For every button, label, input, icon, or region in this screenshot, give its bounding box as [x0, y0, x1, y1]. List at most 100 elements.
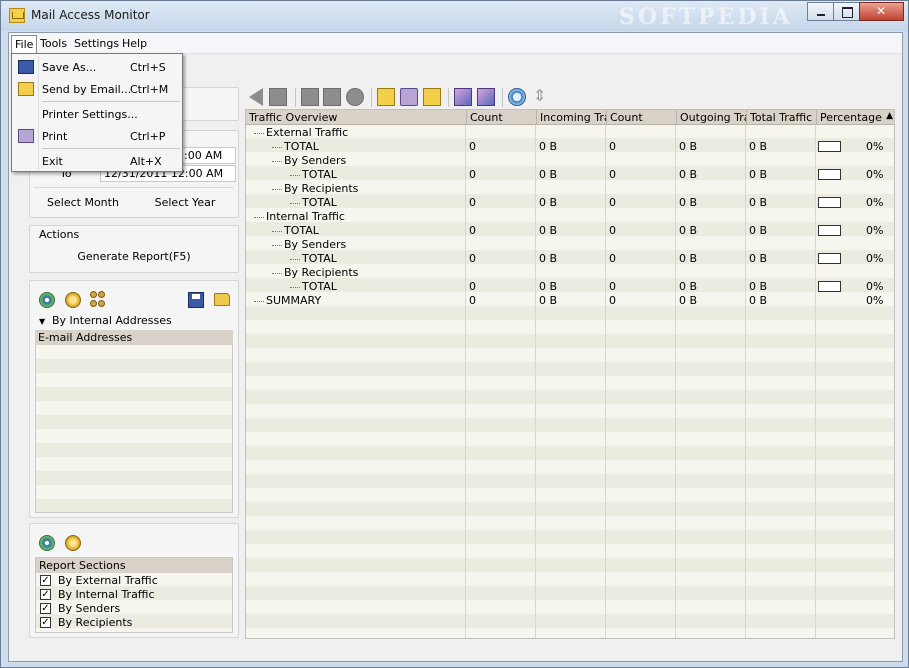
table-row[interactable]: TOTAL 0 0 B 0 0 B 0 B 0% — [246, 252, 894, 266]
checkbox-icon[interactable]: ✓ — [40, 588, 51, 600]
percentage-bar — [818, 225, 841, 236]
save-list-icon[interactable] — [188, 292, 204, 308]
row-value: 0 — [609, 252, 616, 265]
email-icon — [18, 82, 34, 96]
print-report-icon[interactable] — [400, 88, 418, 106]
menu-help[interactable]: Help — [119, 35, 150, 53]
row-value: 0 — [609, 168, 616, 181]
section-internal-traffic[interactable]: ✓ By Internal Traffic — [40, 587, 155, 601]
deselect-all-icon[interactable] — [65, 292, 81, 308]
maximize-button[interactable] — [833, 2, 860, 21]
save-icon — [18, 60, 34, 74]
row-value: 0 B — [539, 280, 558, 293]
table-row[interactable]: TOTAL 0 0 B 0 0 B 0 B 0% — [246, 224, 894, 238]
col-count[interactable]: Count — [466, 110, 534, 125]
section-external-traffic[interactable]: ✓ By External Traffic — [40, 573, 158, 587]
email-report-icon[interactable] — [423, 88, 441, 106]
uncheck-all-icon[interactable] — [65, 535, 81, 551]
stop-icon[interactable] — [269, 88, 287, 106]
check-all-icon[interactable] — [39, 535, 55, 551]
menu-print[interactable]: Print Ctrl+P — [12, 125, 182, 147]
traffic-grid[interactable]: Traffic Overview Count Incoming Traffic … — [245, 109, 895, 639]
tree-connector — [272, 147, 282, 148]
col-incoming[interactable]: Incoming Traffic — [536, 110, 606, 125]
tree-connector — [254, 133, 264, 134]
col-percentage[interactable]: Percentage — [816, 110, 894, 125]
table-row[interactable]: TOTAL 0 0 B 0 0 B 0 B 0% — [246, 280, 894, 294]
menu-printer-settings[interactable]: Printer Settings... — [12, 103, 182, 125]
table-row[interactable]: TOTAL 0 0 B 0 0 B 0 B 0% — [246, 140, 894, 154]
row-value: 0 B — [679, 196, 698, 209]
app-envelope-icon — [9, 8, 25, 23]
table-row[interactable]: By Recipients — [246, 182, 894, 196]
row-value: 0 B — [749, 140, 768, 153]
tree-connector — [290, 259, 300, 260]
actions-panel: Actions Generate Report(F5) — [29, 225, 239, 273]
col-traffic-overview[interactable]: Traffic Overview — [246, 110, 464, 125]
address-panel: ▼ By Internal Addresses E-mail Addresses — [29, 280, 239, 518]
open-folder-icon[interactable] — [214, 293, 230, 306]
row-value: 0 B — [679, 252, 698, 265]
file-menu-dropdown: Save As... Ctrl+S Send by Email... Ctrl+… — [11, 53, 183, 172]
collapse-icon[interactable] — [323, 88, 341, 106]
table-row[interactable]: By Recipients — [246, 266, 894, 280]
search-icon[interactable] — [508, 88, 526, 106]
checkbox-icon[interactable]: ✓ — [40, 574, 51, 586]
settings-report-icon[interactable] — [477, 88, 495, 106]
minimize-button[interactable] — [807, 2, 834, 21]
tree-connector — [254, 217, 264, 218]
section-senders[interactable]: ✓ By Senders — [40, 601, 120, 615]
export-icon[interactable] — [454, 88, 472, 106]
sort-arrows-icon[interactable] — [530, 86, 548, 106]
group-by-label[interactable]: By Internal Addresses — [52, 314, 172, 327]
collapse-arrow-icon[interactable]: ▼ — [39, 317, 45, 326]
section-recipients[interactable]: ✓ By Recipients — [40, 615, 132, 629]
menu-exit[interactable]: Exit Alt+X — [12, 150, 182, 172]
checkbox-icon[interactable]: ✓ — [40, 602, 51, 614]
row-value: 0 B — [749, 168, 768, 181]
select-year-button[interactable]: Select Year — [136, 196, 234, 209]
refresh-icon[interactable] — [346, 88, 364, 106]
toolbar-separator — [502, 88, 503, 107]
client-area: File Tools Settings Help :00 AM To 12/31… — [8, 32, 903, 662]
from-date-field[interactable]: :00 AM — [180, 147, 236, 164]
tree-connector — [290, 203, 300, 204]
back-icon[interactable] — [249, 88, 263, 106]
email-address-list[interactable] — [35, 330, 233, 513]
menu-send-email[interactable]: Send by Email... Ctrl+M — [12, 78, 182, 100]
row-percentage: 0% — [866, 140, 884, 153]
col-count-2[interactable]: Count — [606, 110, 674, 125]
col-outgoing[interactable]: Outgoing Traffic — [676, 110, 746, 125]
menu-tools[interactable]: Tools — [37, 35, 70, 53]
col-total-traffic[interactable]: Total Traffic — [746, 110, 814, 125]
generate-report-button[interactable]: Generate Report(F5) — [34, 250, 234, 263]
sort-up-icon[interactable]: ▲ — [886, 111, 893, 121]
close-button[interactable] — [859, 2, 904, 21]
select-all-icon[interactable] — [39, 292, 55, 308]
percentage-bar — [818, 253, 841, 264]
table-row[interactable]: SUMMARY 0 0 B 0 0 B 0 B 0% — [246, 294, 894, 308]
row-percentage: 0% — [866, 280, 884, 293]
row-value: 0 B — [539, 252, 558, 265]
table-row[interactable]: By Senders — [246, 154, 894, 168]
percentage-bar — [818, 197, 841, 208]
menu-settings[interactable]: Settings — [71, 35, 122, 53]
menu-save-as[interactable]: Save As... Ctrl+S — [12, 56, 182, 78]
expand-icon[interactable] — [301, 88, 319, 106]
table-row[interactable]: Internal Traffic — [246, 210, 894, 224]
select-month-button[interactable]: Select Month — [34, 196, 132, 209]
report-sections-panel: Report Sections ✓ By External Traffic ✓ By… — [29, 523, 239, 638]
checkbox-icon[interactable]: ✓ — [40, 616, 51, 628]
table-row[interactable]: TOTAL 0 0 B 0 0 B 0 B 0% — [246, 196, 894, 210]
table-row[interactable]: TOTAL 0 0 B 0 0 B 0 B 0% — [246, 168, 894, 182]
group-icon[interactable] — [90, 291, 106, 307]
menu-separator — [42, 101, 180, 102]
table-row[interactable]: By Senders — [246, 238, 894, 252]
menu-file[interactable]: File — [11, 35, 38, 53]
table-row[interactable]: External Traffic — [246, 126, 894, 140]
row-value: 0 B — [539, 224, 558, 237]
menu-separator — [42, 148, 180, 149]
title-bar[interactable]: Mail Access Monitor SOFTPEDIA — [1, 1, 908, 31]
grid-header: Traffic Overview Count Incoming Traffic … — [246, 110, 894, 125]
save-report-icon[interactable] — [377, 88, 395, 106]
